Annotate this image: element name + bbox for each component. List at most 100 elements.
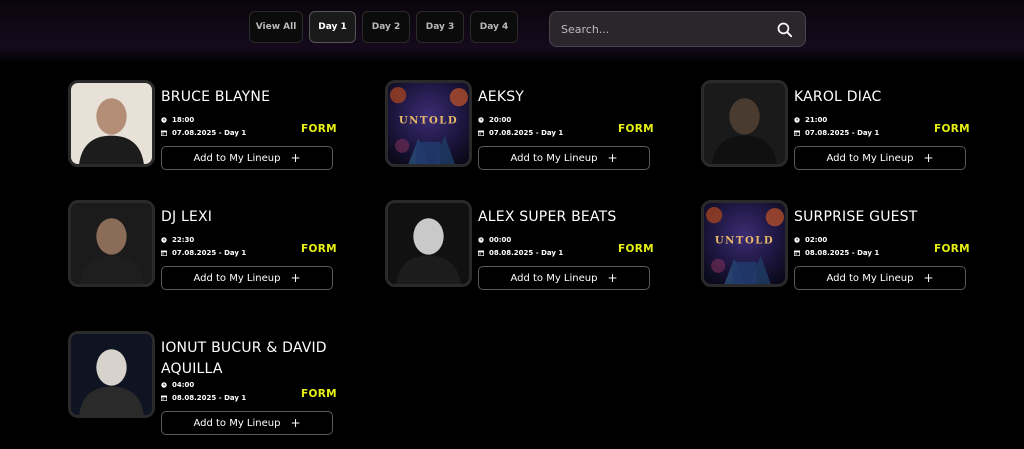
add-to-lineup-label: Add to My Lineup — [510, 152, 598, 164]
artist-photo-frame[interactable] — [385, 200, 472, 287]
calendar-icon — [478, 250, 484, 256]
clock-icon — [161, 117, 167, 123]
set-time: 21:00 — [794, 116, 827, 124]
day-filter-bar: View All Day 1 Day 2 Day 3 Day 4 — [249, 11, 518, 43]
artist-photo — [71, 334, 152, 415]
set-date-text: 08.08.2025 - Day 1 — [805, 249, 880, 257]
artist-photo — [71, 83, 152, 164]
filter-day-4-button[interactable]: Day 4 — [470, 11, 518, 43]
add-to-lineup-button[interactable]: Add to My Lineup + — [478, 146, 650, 170]
set-time-text: 00:00 — [489, 236, 512, 244]
clock-icon — [478, 237, 484, 243]
set-date: 08.08.2025 - Day 1 — [794, 249, 879, 257]
set-date-text: 07.08.2025 - Day 1 — [172, 249, 247, 257]
set-date: 08.08.2025 - Day 1 — [161, 394, 246, 402]
filter-day-2-button[interactable]: Day 2 — [362, 11, 410, 43]
set-time-text: 21:00 — [805, 116, 828, 124]
set-date: 07.08.2025 - Day 1 — [794, 129, 879, 137]
filter-view-all-button[interactable]: View All — [249, 11, 303, 43]
search-box — [549, 11, 806, 47]
untold-logo-image: UNTOLD — [704, 203, 785, 284]
filter-day-3-button[interactable]: Day 3 — [416, 11, 464, 43]
set-date: 07.08.2025 - Day 1 — [161, 249, 246, 257]
artist-name: DJ LEXI — [161, 209, 213, 225]
add-to-lineup-button[interactable]: Add to My Lineup + — [161, 266, 333, 290]
set-date: 08.08.2025 - Day 1 — [478, 249, 563, 257]
add-to-lineup-button[interactable]: Add to My Lineup + — [161, 146, 333, 170]
set-time: 02:00 — [794, 236, 827, 244]
calendar-icon — [794, 250, 800, 256]
add-to-lineup-label: Add to My Lineup — [193, 272, 281, 284]
set-time: 18:00 — [161, 116, 194, 124]
plus-icon: + — [290, 151, 301, 165]
calendar-icon — [161, 130, 167, 136]
untold-logo-text: UNTOLD — [399, 115, 458, 127]
calendar-icon — [478, 130, 484, 136]
plus-icon: + — [290, 416, 301, 430]
add-to-lineup-label: Add to My Lineup — [826, 272, 914, 284]
artist-photo-frame[interactable]: UNTOLD — [701, 200, 788, 287]
add-to-lineup-label: Add to My Lineup — [826, 152, 914, 164]
artist-card: IONUT BUCUR & DAVID AQUILLA 04:00 08.08.… — [68, 331, 348, 436]
set-time: 22:30 — [161, 236, 194, 244]
clock-icon — [478, 117, 484, 123]
artist-name: KAROL DIAC — [794, 89, 882, 105]
artist-name: AEKSY — [478, 89, 525, 105]
set-time: 00:00 — [478, 236, 511, 244]
calendar-icon — [794, 130, 800, 136]
stage-label[interactable]: FORM — [618, 243, 654, 255]
artist-photo-frame[interactable] — [68, 331, 155, 418]
add-to-lineup-label: Add to My Lineup — [510, 272, 598, 284]
stage-label[interactable]: FORM — [934, 243, 970, 255]
clock-icon — [794, 237, 800, 243]
clock-icon — [161, 237, 167, 243]
add-to-lineup-button[interactable]: Add to My Lineup + — [794, 266, 966, 290]
calendar-icon — [161, 250, 167, 256]
artist-photo — [388, 203, 469, 284]
stage-label[interactable]: FORM — [301, 123, 337, 135]
artist-card: KAROL DIAC 21:00 07.08.2025 - Day 1 FORM… — [701, 80, 981, 172]
set-time-text: 02:00 — [805, 236, 828, 244]
stage-label[interactable]: FORM — [301, 243, 337, 255]
artist-photo-frame[interactable] — [701, 80, 788, 167]
add-to-lineup-label: Add to My Lineup — [193, 152, 281, 164]
set-date: 07.08.2025 - Day 1 — [478, 129, 563, 137]
artist-photo-frame[interactable] — [68, 80, 155, 167]
filter-day-1-button[interactable]: Day 1 — [309, 11, 356, 43]
add-to-lineup-button[interactable]: Add to My Lineup + — [161, 411, 333, 435]
set-date-text: 07.08.2025 - Day 1 — [805, 129, 880, 137]
set-time-text: 18:00 — [172, 116, 195, 124]
stage-label[interactable]: FORM — [301, 388, 337, 400]
set-time: 04:00 — [161, 381, 194, 389]
add-to-lineup-button[interactable]: Add to My Lineup + — [794, 146, 966, 170]
set-date: 07.08.2025 - Day 1 — [161, 129, 246, 137]
set-time-text: 22:30 — [172, 236, 195, 244]
artist-card: DJ LEXI 22:30 07.08.2025 - Day 1 FORM Ad… — [68, 200, 348, 292]
artist-name: SURPRISE GUEST — [794, 209, 918, 225]
artist-card: BRUCE BLAYNE 18:00 07.08.2025 - Day 1 FO… — [68, 80, 348, 172]
artist-name: BRUCE BLAYNE — [161, 89, 271, 105]
set-time-text: 20:00 — [489, 116, 512, 124]
artist-photo-frame[interactable] — [68, 200, 155, 287]
set-time-text: 04:00 — [172, 381, 195, 389]
artist-photo — [704, 83, 785, 164]
clock-icon — [161, 382, 167, 388]
artist-photo-frame[interactable]: UNTOLD — [385, 80, 472, 167]
artist-name: ALEX SUPER BEATS — [478, 209, 617, 225]
search-icon[interactable] — [776, 21, 793, 38]
artist-card: UNTOLD SURPRISE GUEST 02:00 08.08.2025 -… — [701, 200, 981, 292]
set-date-text: 07.08.2025 - Day 1 — [172, 129, 247, 137]
set-date-text: 07.08.2025 - Day 1 — [489, 129, 564, 137]
plus-icon: + — [290, 271, 301, 285]
stage-label[interactable]: FORM — [934, 123, 970, 135]
untold-logo-text: UNTOLD — [715, 235, 774, 247]
add-to-lineup-label: Add to My Lineup — [193, 417, 281, 429]
artist-card: ALEX SUPER BEATS 00:00 08.08.2025 - Day … — [385, 200, 665, 292]
add-to-lineup-button[interactable]: Add to My Lineup + — [478, 266, 650, 290]
plus-icon: + — [607, 271, 618, 285]
calendar-icon — [161, 395, 167, 401]
search-input[interactable] — [561, 22, 776, 36]
stage-label[interactable]: FORM — [618, 123, 654, 135]
artist-photo — [71, 203, 152, 284]
plus-icon: + — [923, 271, 934, 285]
